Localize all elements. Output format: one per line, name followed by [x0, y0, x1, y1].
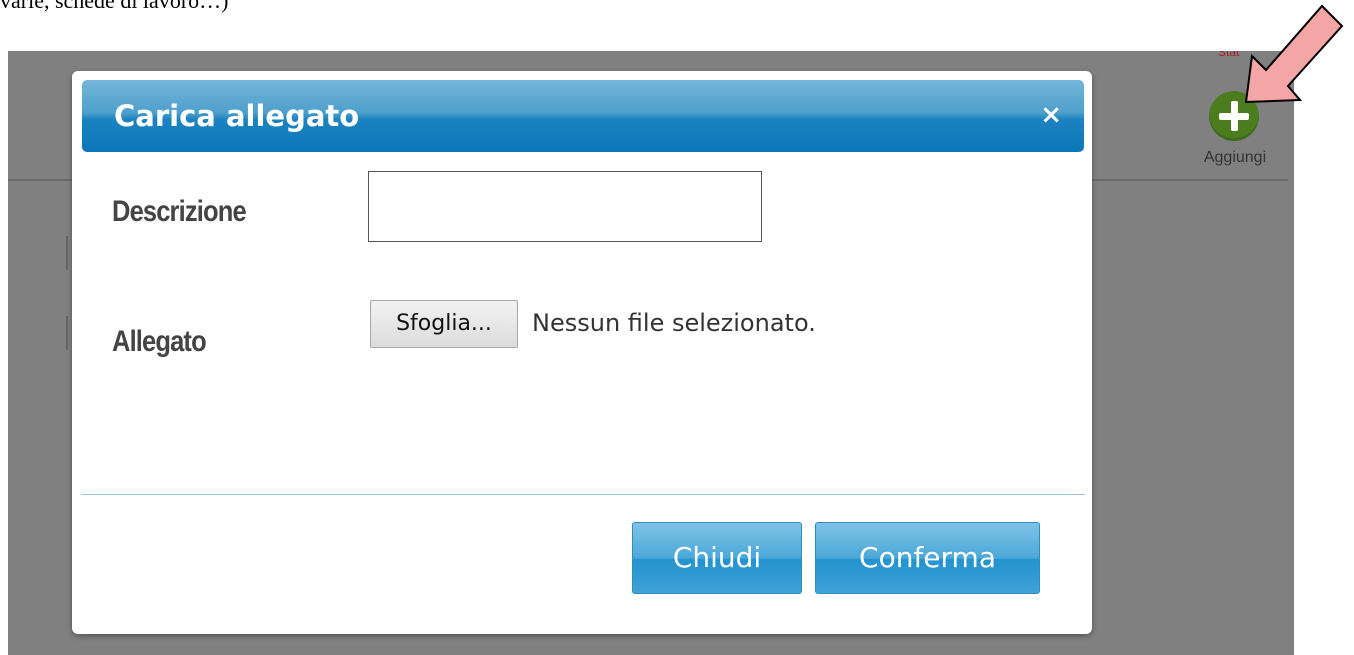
description-label: Descrizione [112, 195, 247, 228]
close-icon[interactable]: × [1040, 100, 1062, 130]
background-field-edge [66, 316, 68, 350]
dialog-title: Carica allegato [114, 99, 360, 133]
pointer-arrow-icon [1244, 4, 1344, 104]
browse-button[interactable]: Sfoglia... [370, 300, 518, 348]
document-text: varie, schede di lavoro…) [0, 0, 229, 13]
file-status-text: Nessun file selezionato. [532, 309, 816, 337]
dialog-header: Carica allegato × [82, 80, 1084, 152]
footer-divider [81, 494, 1085, 495]
description-input[interactable] [368, 171, 762, 242]
add-button-label: Aggiungi [1203, 149, 1267, 166]
close-button[interactable]: Chiudi [632, 522, 802, 594]
status-label: Stat [1218, 51, 1240, 59]
upload-attachment-dialog: Carica allegato × Descrizione Allegato S… [72, 71, 1092, 634]
background-field-edge [66, 236, 68, 270]
confirm-button[interactable]: Conferma [815, 522, 1040, 594]
attachment-label: Allegato [112, 325, 207, 358]
